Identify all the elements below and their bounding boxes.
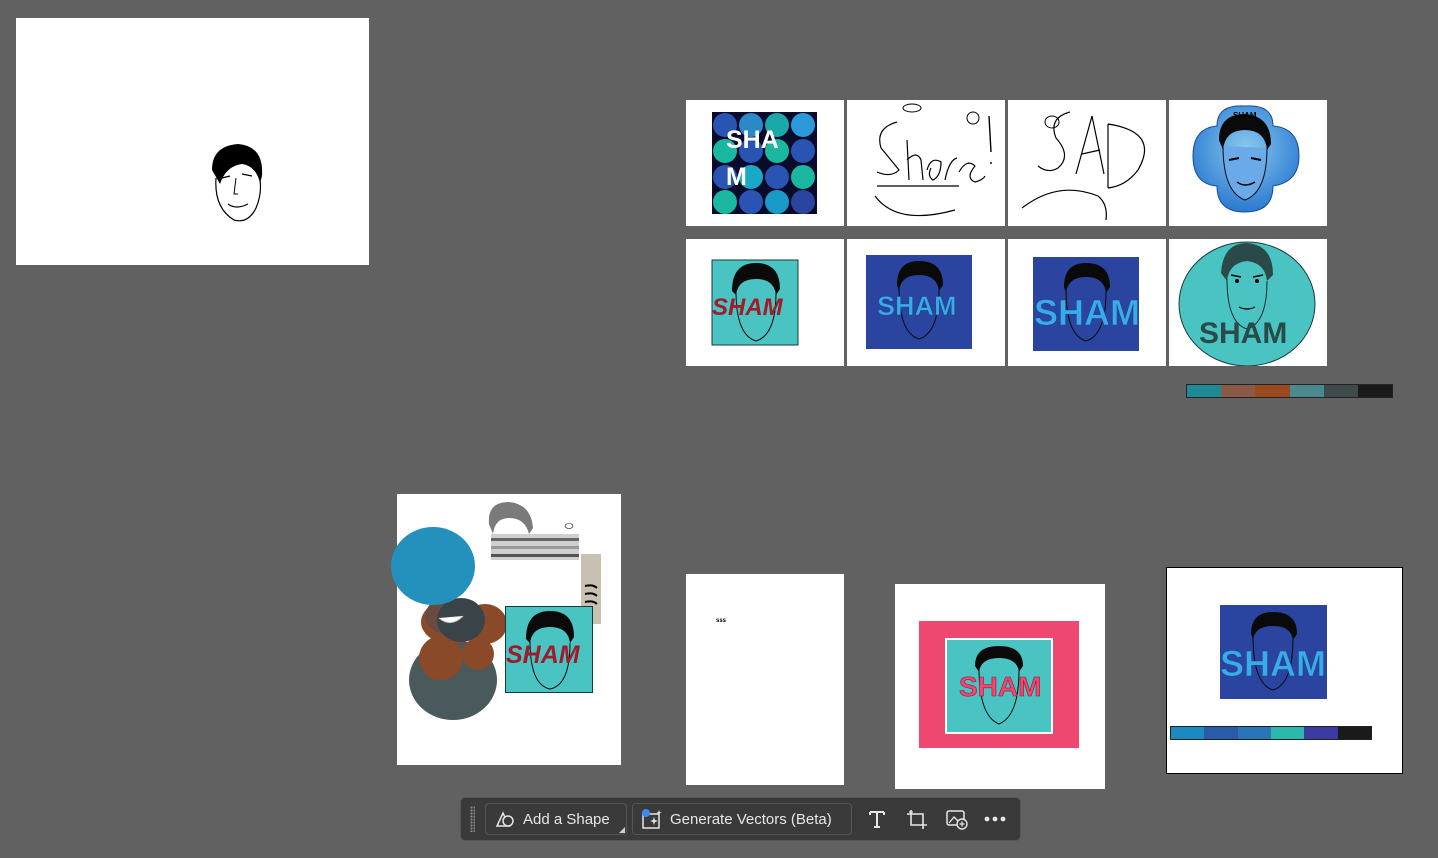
sham-teal-word: SHAM [712, 294, 784, 321]
sketch-share [874, 103, 992, 217]
sham-tile-line1: SHA [726, 126, 779, 154]
artboard-sham-teal-circle[interactable]: SHAM [1169, 239, 1327, 366]
shape-icon [494, 809, 516, 829]
palette-swatch[interactable] [1337, 727, 1371, 739]
artboard-sketch-share[interactable] [847, 100, 1005, 226]
sham-blue2-word: SHAM [1034, 292, 1140, 333]
sss-text: sss [716, 618, 727, 624]
text-tool-button[interactable] [863, 805, 891, 833]
palette-swatch[interactable] [1357, 385, 1393, 397]
sham-circle-word: SHAM [1199, 317, 1287, 350]
palette-swatch[interactable] [1187, 385, 1222, 397]
toolbar-grip-handle[interactable] [470, 806, 475, 832]
crop-tool-button[interactable] [903, 805, 931, 833]
artboard-sham-blue-2[interactable]: SHAM [1008, 239, 1166, 366]
contextual-task-bar: Add a Shape Generate Vectors (Beta) [460, 797, 1021, 841]
sham-blob-label: SHAM [1233, 111, 1257, 120]
artboard-sketch-sad[interactable] [1008, 100, 1166, 226]
artboard-sham-blue-1[interactable]: SHAM [847, 239, 1005, 366]
text-icon [866, 808, 888, 830]
sham-pink-word: SHAM [959, 671, 1041, 702]
add-shape-button[interactable]: Add a Shape [485, 803, 627, 835]
collage-sham-word: SHAM [506, 641, 581, 669]
more-icon [983, 815, 1007, 823]
artboard-sham-selected[interactable]: SHAM [1166, 567, 1403, 774]
add-shape-label: Add a Shape [523, 810, 610, 828]
palette-swatch[interactable] [1270, 727, 1305, 739]
sham-selected-word: SHAM [1220, 643, 1326, 684]
palette-swatch[interactable] [1255, 385, 1290, 397]
dropdown-corner-icon [619, 827, 625, 833]
artboard-sham-blue-blob[interactable]: SHAM [1169, 100, 1327, 226]
artboard-sham-teal[interactable]: SHAM [686, 239, 844, 366]
artboard-sham-pink[interactable]: SHAM [895, 584, 1105, 789]
palette-swatch[interactable] [1204, 727, 1238, 739]
color-palette-top[interactable] [1186, 384, 1393, 398]
crop-icon [905, 808, 929, 830]
sketch-sad [1021, 111, 1146, 221]
artboard-sss[interactable]: sss [686, 574, 844, 785]
image-add-tool-button[interactable] [943, 805, 971, 833]
artboard-collage[interactable]: SHAM [391, 494, 621, 765]
sham-tile-line2: M [726, 163, 747, 191]
generate-vectors-label: Generate Vectors (Beta) [670, 810, 832, 828]
artboard-sham-circles[interactable]: SHA M [686, 100, 844, 226]
image-add-icon [945, 808, 969, 830]
palette-swatch[interactable] [1237, 727, 1271, 739]
generate-vectors-button[interactable]: Generate Vectors (Beta) [632, 803, 852, 835]
face-sketch [212, 144, 263, 222]
artboard-face[interactable] [16, 18, 369, 265]
generate-vector-icon [641, 808, 663, 830]
palette-swatch[interactable] [1289, 385, 1324, 397]
palette-swatch[interactable] [1323, 385, 1358, 397]
palette-swatch[interactable] [1304, 727, 1338, 739]
color-palette-bottom[interactable] [1170, 726, 1372, 740]
palette-swatch[interactable] [1221, 385, 1256, 397]
sham-blue1-word: SHAM [877, 291, 957, 321]
collage-sham-tile[interactable]: SHAM [505, 606, 593, 693]
more-options-button[interactable] [981, 805, 1009, 833]
palette-swatch[interactable] [1171, 727, 1205, 739]
